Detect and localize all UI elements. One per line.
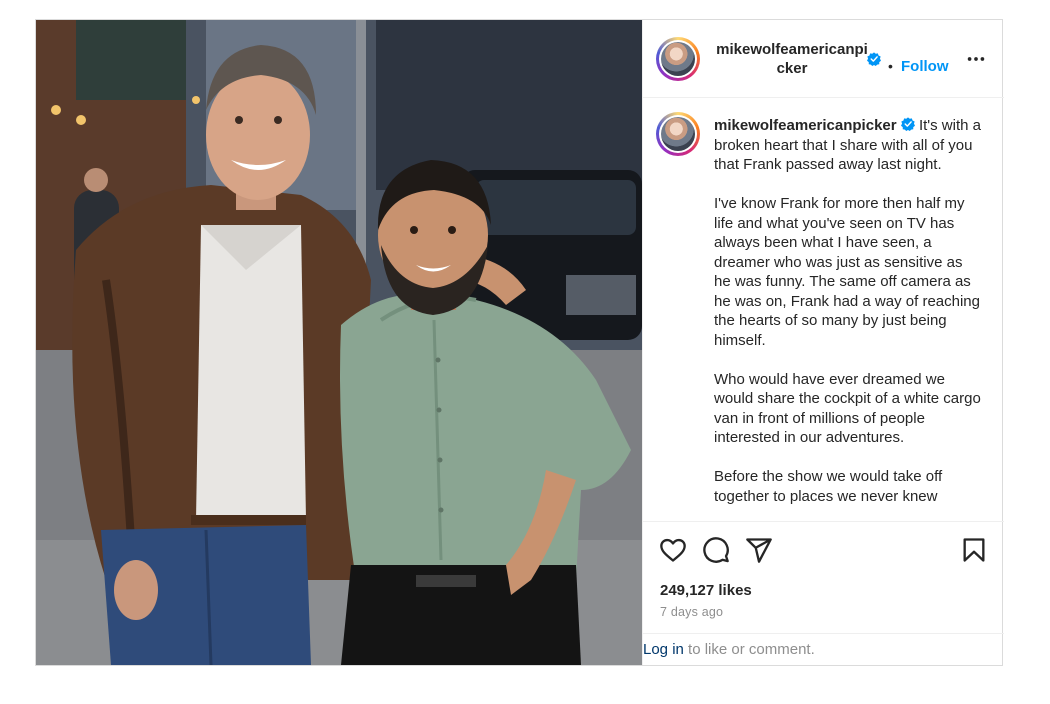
post-timestamp[interactable]: 7 days ago bbox=[660, 605, 723, 619]
comment-icon[interactable] bbox=[702, 536, 730, 564]
post-side-panel: mikewolfeamericanpicker • Follow mikewol… bbox=[642, 20, 1004, 665]
follow-button[interactable]: Follow bbox=[901, 58, 949, 75]
header-username[interactable]: mikewolfeamericanpicker bbox=[712, 40, 872, 78]
post-photo-illustration bbox=[36, 20, 642, 665]
caption-paragraph: mikewolfeamericanpicker It's with a brok… bbox=[714, 116, 982, 175]
login-prompt: Log in to like or comment. bbox=[643, 633, 1004, 665]
verified-badge-icon bbox=[900, 117, 915, 131]
caption-username[interactable]: mikewolfeamericanpicker bbox=[714, 117, 897, 134]
verified-badge-icon bbox=[867, 52, 881, 66]
action-bar: 249,127 likes 7 days ago bbox=[643, 521, 1004, 633]
caption-paragraph: Who would have ever dreamed we would sha… bbox=[714, 370, 981, 447]
bookmark-icon[interactable] bbox=[960, 536, 988, 564]
post-header: mikewolfeamericanpicker • Follow bbox=[643, 20, 1004, 98]
share-icon[interactable] bbox=[745, 536, 773, 564]
login-link[interactable]: Log in bbox=[643, 641, 684, 658]
profile-avatar[interactable] bbox=[656, 37, 700, 81]
avatar-image bbox=[661, 117, 695, 151]
caption-area: mikewolfeamericanpicker It's with a brok… bbox=[643, 99, 1004, 521]
avatar-image bbox=[661, 42, 695, 76]
likes-count[interactable]: 249,127 likes bbox=[660, 582, 752, 599]
instagram-post: mikewolfeamericanpicker • Follow mikewol… bbox=[35, 19, 1004, 666]
post-photo[interactable] bbox=[36, 20, 642, 665]
follow-separator: • bbox=[888, 58, 893, 74]
caption-paragraph: I've know Frank for more then half my li… bbox=[714, 195, 980, 349]
login-prompt-text: Log in to like or comment. bbox=[643, 641, 815, 658]
more-options-icon[interactable] bbox=[965, 48, 987, 70]
caption-text: mikewolfeamericanpicker It's with a brok… bbox=[714, 116, 982, 521]
avatar-border bbox=[659, 40, 697, 78]
avatar-border bbox=[659, 115, 697, 153]
login-prompt-suffix: to like or comment. bbox=[683, 641, 815, 658]
caption-paragraph: Before the show we would take off togeth… bbox=[714, 468, 943, 505]
caption-avatar[interactable] bbox=[656, 112, 700, 156]
heart-icon[interactable] bbox=[659, 536, 687, 564]
